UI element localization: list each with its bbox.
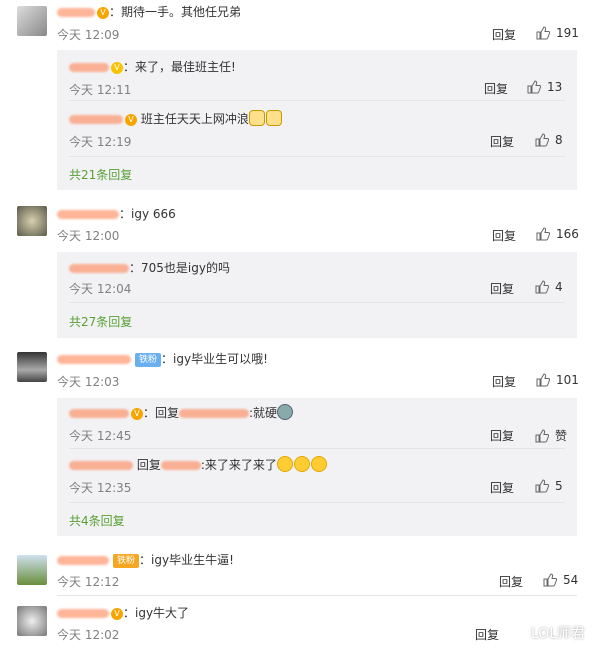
reply-button[interactable]: 回复 (492, 26, 516, 43)
mention[interactable] (179, 409, 250, 418)
like-button[interactable]: 101 (536, 373, 579, 387)
timestamp: 今天 12:09 (57, 28, 120, 42)
watermark: LOL师君 (530, 626, 585, 642)
timestamp: 今天 12:19 (69, 135, 132, 149)
reply-button[interactable]: 回复 (490, 280, 514, 297)
like-button[interactable]: 191 (536, 26, 579, 40)
comment-text: V ：igy牛大了 (57, 604, 189, 621)
timestamp: 今天 12:03 (57, 375, 120, 389)
thumb-up-icon (535, 133, 550, 147)
avatar[interactable] (17, 352, 47, 382)
fan-badge: 铁粉 (113, 553, 140, 568)
more-replies-link[interactable]: 共21条回复 (69, 166, 132, 183)
comment-text: 铁粉 ：igy毕业生牛逼! (57, 551, 234, 568)
avatar[interactable] (17, 606, 47, 636)
reply-button[interactable]: 回复 (475, 626, 499, 643)
like-button[interactable]: 赞 (535, 427, 567, 444)
like-button[interactable]: 5 (535, 479, 563, 493)
reply-box: ：705也是igy的吗 今天 12:04 回复 4 共27条回复 (57, 252, 577, 338)
username[interactable] (57, 8, 95, 17)
username[interactable] (57, 609, 109, 618)
divider (57, 595, 577, 596)
username[interactable] (57, 556, 109, 565)
laughing-emoji-icon (310, 456, 327, 472)
thumb-up-icon (527, 80, 542, 94)
mention[interactable] (160, 461, 201, 470)
reply-button[interactable]: 回复 (490, 427, 514, 444)
reply-text: 回复:来了来了来了 (69, 456, 328, 473)
thumb-up-icon (536, 227, 551, 241)
timestamp: 今天 12:02 (57, 628, 120, 642)
thumb-up-icon (535, 429, 550, 443)
thumb-up-icon (543, 573, 558, 587)
laughing-emoji-icon (276, 456, 293, 472)
username[interactable] (69, 63, 109, 72)
cat-emoji-icon (248, 110, 265, 126)
scared-emoji-icon (277, 404, 294, 420)
reply-button[interactable]: 回复 (499, 573, 523, 590)
timestamp: 今天 12:04 (69, 282, 132, 296)
username[interactable] (69, 115, 123, 124)
thumb-up-icon (536, 26, 551, 40)
thumb-up-icon (535, 280, 550, 294)
vip-badge: V (131, 407, 143, 420)
reply-text: V 班主任天天上网冲浪 (69, 110, 283, 127)
avatar[interactable] (17, 6, 47, 36)
username[interactable] (57, 355, 131, 364)
timestamp: 今天 12:11 (69, 83, 132, 97)
like-button[interactable]: 8 (535, 133, 563, 147)
like-button[interactable]: 13 (527, 80, 562, 94)
vip-badge: V (97, 6, 109, 19)
timestamp: 今天 12:35 (69, 481, 132, 495)
divider (69, 302, 565, 303)
more-replies-link[interactable]: 共27条回复 (69, 313, 132, 330)
reply-button[interactable]: 回复 (492, 227, 516, 244)
vip-badge: V (125, 113, 137, 126)
divider (69, 100, 565, 101)
more-replies-link[interactable]: 共4条回复 (69, 512, 125, 529)
reply-button[interactable]: 回复 (490, 479, 514, 496)
timestamp: 今天 12:45 (69, 429, 132, 443)
username[interactable] (69, 461, 133, 470)
cat-emoji-icon (265, 110, 282, 126)
reply-button[interactable]: 回复 (492, 373, 516, 390)
divider (69, 502, 565, 503)
timestamp: 今天 12:00 (57, 229, 120, 243)
like-button[interactable]: 4 (535, 280, 563, 294)
reply-button[interactable]: 回复 (484, 80, 508, 97)
fan-badge: 铁粉 (135, 352, 162, 367)
reply-text: ：705也是igy的吗 (69, 259, 230, 276)
avatar[interactable] (17, 206, 47, 236)
reply-button[interactable]: 回复 (490, 133, 514, 150)
like-button[interactable]: 166 (536, 227, 579, 241)
username[interactable] (69, 264, 129, 273)
like-button[interactable]: 54 (543, 573, 578, 587)
divider (69, 156, 565, 157)
reply-box: V ：回复:就硬 今天 12:45 回复 赞 回复:来了来了来了 今天 12:35… (57, 398, 577, 536)
vip-badge: V (111, 61, 123, 74)
timestamp: 今天 12:12 (57, 575, 120, 589)
laughing-emoji-icon (293, 456, 310, 472)
comment-text: ：igy 666 (57, 205, 176, 222)
avatar[interactable] (17, 555, 47, 585)
username[interactable] (57, 210, 119, 219)
comment-text: V ：期待一手。其他任兄弟 (57, 3, 241, 20)
username[interactable] (69, 409, 129, 418)
reply-text: V ：回复:就硬 (69, 404, 294, 421)
thumb-up-icon (536, 373, 551, 387)
divider (69, 448, 565, 449)
comment-text: 铁粉 ：igy毕业生可以哦! (57, 350, 268, 367)
reply-box: V ：来了，最佳班主任! 今天 12:11 回复 13 V 班主任天天上网冲浪 今… (57, 50, 577, 190)
vip-badge: V (111, 607, 123, 620)
thumb-up-icon (535, 479, 550, 493)
reply-text: V ：来了，最佳班主任! (69, 58, 236, 75)
